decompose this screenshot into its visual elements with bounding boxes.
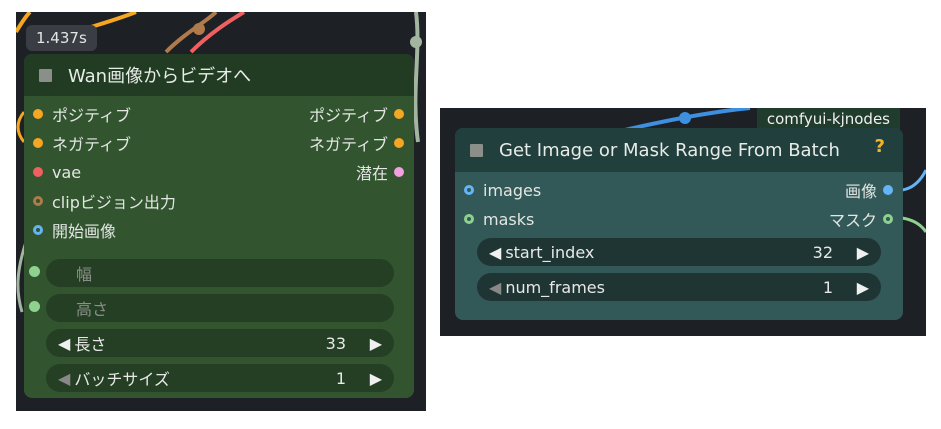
increment-arrow-icon[interactable]: ▶ [857,243,869,262]
slot-dot[interactable] [883,185,893,195]
widget-label: start_index [505,242,595,262]
wire-gray [413,12,420,143]
decrement-arrow-icon[interactable]: ◀ [489,243,501,262]
decrement-arrow-icon[interactable]: ◀ [489,278,501,297]
output-slot-mask[interactable]: マスク [829,206,903,232]
batch-size-widget[interactable]: ◀ バッチサイズ 1 ▶ [46,364,394,392]
slot-label: vae [52,162,82,182]
input-slot-vae[interactable]: vae [24,159,81,185]
slot-dot[interactable] [394,138,404,148]
height-widget[interactable]: 高さ [46,294,394,322]
slot-dot[interactable] [33,167,43,177]
input-slot-images[interactable]: images [455,177,541,203]
slot-dot[interactable] [464,185,474,195]
wire-green [901,216,926,233]
increment-arrow-icon[interactable]: ▶ [370,334,382,353]
slot-label: ネガティブ [308,135,388,154]
left-canvas-panel: 1.437s Wan画像からビデオへ ポジティブ ネガティブ vae clipビ… [16,12,426,411]
widget-value[interactable]: 32 [813,243,833,262]
widget-label: 長さ [74,335,107,354]
wire-brown [164,12,218,54]
input-slot-clip-vision[interactable]: clipビジョン出力 [24,188,176,214]
node-header[interactable]: Get Image or Mask Range From Batch ? [455,128,903,172]
slot-label: masks [483,209,535,229]
slot-dot[interactable] [883,214,893,224]
slot-label: ネガティブ [52,135,132,154]
slot-dot[interactable] [394,109,404,119]
widget-value[interactable]: 1 [823,278,833,297]
input-slot-positive[interactable]: ポジティブ [24,101,131,127]
slot-label: 画像 [844,182,877,201]
wire-reroute-dot [679,112,691,124]
increment-arrow-icon[interactable]: ▶ [370,369,382,388]
num-frames-widget[interactable]: ◀ num_frames 1 ▶ [477,273,881,301]
get-image-or-mask-range-node[interactable]: Get Image or Mask Range From Batch ? ima… [455,128,903,320]
slot-label: clipビジョン出力 [52,193,176,212]
slot-label: 潜在 [355,164,388,183]
slot-label: ポジティブ [308,106,388,125]
widget-value[interactable]: 33 [326,334,346,353]
node-header[interactable]: Wan画像からビデオへ [24,54,414,96]
slot-dot[interactable] [33,109,43,119]
slot-label: images [483,180,542,200]
wire-blue [901,169,926,192]
start-index-widget[interactable]: ◀ start_index 32 ▶ [477,238,881,266]
width-widget[interactable]: 幅 [46,259,394,287]
slot-label: 開始画像 [52,222,117,241]
decrement-arrow-icon[interactable]: ◀ [58,334,70,353]
slot-dot[interactable] [33,225,43,235]
node-title: Wan画像からビデオへ [68,66,252,87]
input-slot-negative[interactable]: ネガティブ [24,130,131,156]
slot-label: ポジティブ [52,106,132,125]
input-slot-start-image[interactable]: 開始画像 [24,217,116,243]
slot-dot[interactable] [33,138,43,148]
input-slot-masks[interactable]: masks [455,206,534,232]
widget-label: num_frames [505,277,605,297]
widget-input-dot-height[interactable] [29,301,40,312]
widget-label: バッチサイズ [74,370,170,389]
widget-label: 幅 [76,265,93,284]
output-slot-positive[interactable]: ポジティブ [309,101,414,127]
slot-dot[interactable] [394,167,404,177]
decrement-arrow-icon[interactable]: ◀ [58,369,70,388]
wire-reroute-dot [410,36,422,48]
widget-input-dot-width[interactable] [29,266,40,277]
increment-arrow-icon[interactable]: ▶ [857,278,869,297]
slot-dot[interactable] [33,196,43,206]
slot-dot[interactable] [464,214,474,224]
wan-image-to-video-node[interactable]: Wan画像からビデオへ ポジティブ ネガティブ vae clipビジョン出力 開… [24,54,414,398]
help-icon[interactable]: ? [875,136,885,157]
widget-value[interactable]: 1 [336,369,346,388]
timer-badge: 1.437s [26,25,97,51]
wire-reroute-dot [193,23,205,35]
collapse-toggle[interactable] [39,68,52,82]
output-slot-latent[interactable]: 潜在 [356,159,414,185]
length-widget[interactable]: ◀ 長さ 33 ▶ [46,329,394,357]
right-canvas-panel: comfyui-kjnodes Get Image or Mask Range … [440,108,926,336]
collapse-toggle[interactable] [470,143,483,157]
output-slot-negative[interactable]: ネガティブ [309,130,414,156]
widget-label: 高さ [76,300,109,319]
slot-label: マスク [828,211,877,230]
output-slot-image[interactable]: 画像 [845,177,903,203]
node-title: Get Image or Mask Range From Batch [499,139,840,161]
